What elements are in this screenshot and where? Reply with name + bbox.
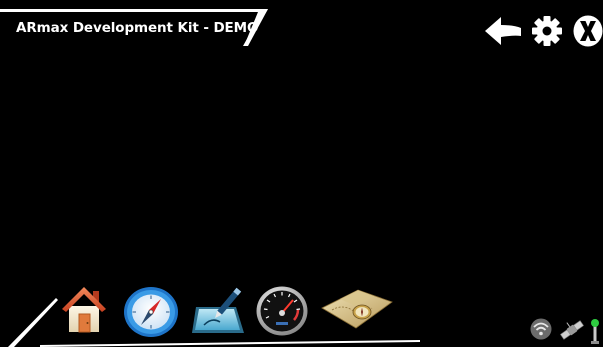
gear-icon[interactable] bbox=[531, 15, 563, 47]
gps-antenna-icon bbox=[591, 319, 599, 344]
treasure-map-icon[interactable] bbox=[318, 288, 394, 330]
close-x-icon[interactable] bbox=[573, 15, 603, 47]
back-arrow-icon[interactable] bbox=[484, 14, 522, 48]
app-title: ARmax Development Kit - DEMO bbox=[16, 20, 259, 36]
speedometer-icon[interactable] bbox=[256, 286, 308, 336]
wifi-icon bbox=[530, 318, 552, 340]
main-screen: ARmax Development Kit - DEMO bbox=[0, 0, 603, 347]
satellite-icon bbox=[560, 320, 584, 340]
compass-icon[interactable] bbox=[123, 286, 179, 338]
home-icon[interactable] bbox=[60, 284, 108, 334]
drawing-tablet-icon[interactable] bbox=[190, 285, 246, 335]
